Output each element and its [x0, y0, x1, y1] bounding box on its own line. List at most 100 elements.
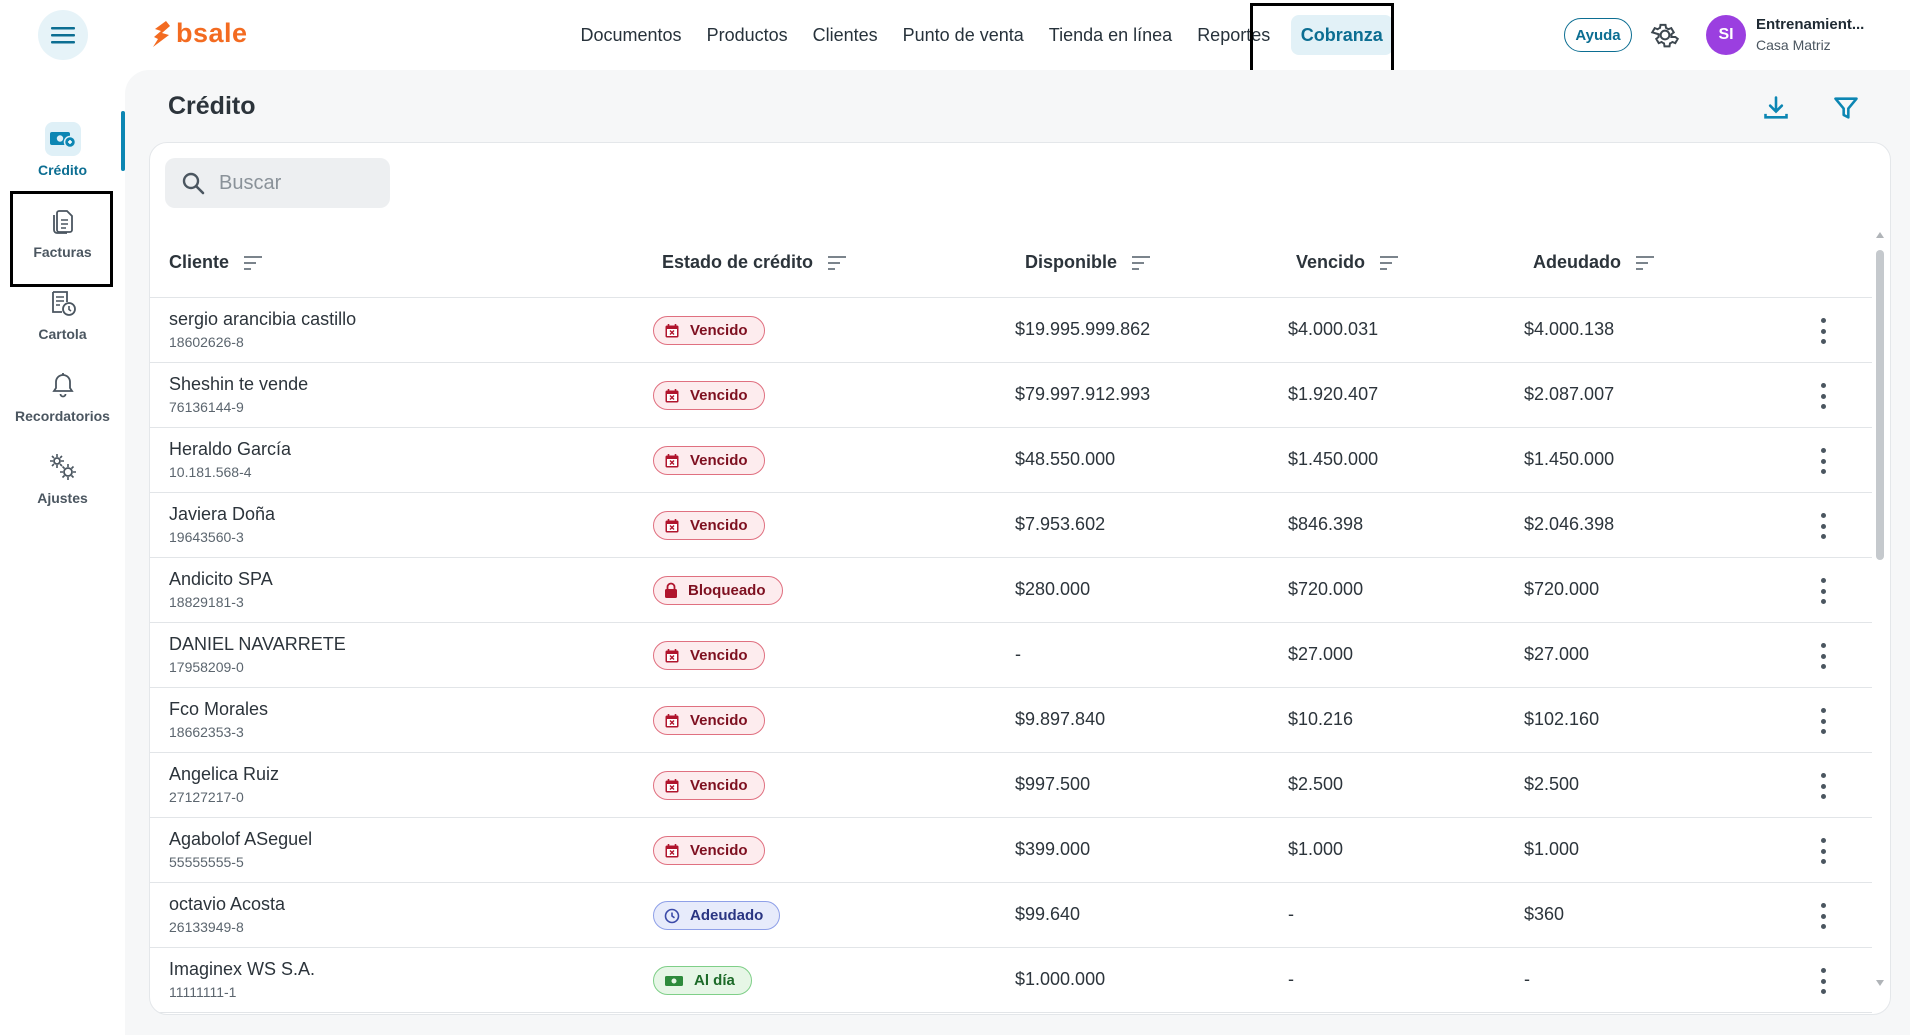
table-row[interactable]: Andicito SPA 18829181-3 Bloqueado $280.000 $…	[150, 558, 1872, 623]
table-row[interactable]: Heraldo García 10.181.568-4 Vencido $48.550…	[150, 428, 1872, 493]
overdue-amount: $846.398	[1288, 514, 1364, 534]
client-name[interactable]: octavio Acosta	[169, 894, 285, 915]
kebab-dot	[1820, 588, 1826, 594]
nav-reportes[interactable]: Reportes	[1185, 15, 1283, 55]
search-box[interactable]	[165, 158, 390, 208]
client-name[interactable]: Fco Morales	[169, 699, 268, 720]
client-rut: 11111111-1	[169, 984, 237, 1000]
owed-amount: $360	[1524, 904, 1565, 924]
user-name[interactable]: Entrenamient...	[1756, 16, 1896, 33]
sidebar-item-facturas[interactable]: Facturas	[0, 187, 125, 277]
scroll-thumb[interactable]	[1876, 250, 1884, 560]
row-more-options-button[interactable]	[1813, 578, 1833, 604]
sort-icon	[828, 255, 847, 270]
status-badge: Vencido	[653, 641, 765, 670]
row-more-options-button[interactable]	[1813, 383, 1833, 409]
table-row[interactable]: Sheshin te vende 76136144-9 Vencido $79.997…	[150, 363, 1872, 428]
filter-icon[interactable]	[1832, 94, 1860, 122]
column-header-vencido[interactable]: Vencido	[1296, 252, 1399, 273]
client-name[interactable]: Agabolof ASeguel	[169, 829, 312, 850]
scroll-up-arrow[interactable]	[1876, 232, 1884, 238]
sidebar-label-credito: Crédito	[38, 162, 87, 178]
search-icon	[182, 172, 205, 195]
sidebar-item-cartola[interactable]: Cartola	[0, 269, 125, 359]
table-row[interactable]: Javiera Doña 19643560-3 Vencido $7.953.602 $…	[150, 493, 1872, 558]
client-name[interactable]: sergio arancibia castillo	[169, 309, 356, 330]
row-more-options-button[interactable]	[1813, 773, 1833, 799]
search-input[interactable]	[219, 171, 379, 195]
clock-icon	[664, 908, 680, 923]
available-amount: $9.897.840	[1015, 709, 1106, 729]
sidebar-item-ajustes[interactable]: Ajustes	[0, 433, 125, 523]
row-more-options-button[interactable]	[1813, 968, 1833, 994]
nav-tienda-en-linea[interactable]: Tienda en línea	[1036, 15, 1184, 55]
status-badge: Vencido	[653, 706, 765, 735]
client-rut: 19643560-3	[169, 529, 244, 545]
available-amount: $399.000	[1015, 839, 1091, 859]
table-row[interactable]: Imaginex WS S.A. 11111111-1 Al día $1.000.0…	[150, 948, 1872, 1013]
table-row[interactable]: Fco Morales 18662353-3 Vencido $9.897.840 $1…	[150, 688, 1872, 753]
calendar-x-icon	[665, 778, 679, 792]
sidebar-item-recordatorios[interactable]: Recordatorios	[0, 351, 125, 441]
sidebar-icon-wrap	[45, 286, 81, 320]
scroll-down-arrow[interactable]	[1876, 980, 1884, 986]
client-name[interactable]: Angelica Ruiz	[169, 764, 279, 785]
available-amount: $48.550.000	[1015, 449, 1116, 469]
nav-cobranza[interactable]: Cobranza	[1290, 15, 1393, 55]
client-name[interactable]: Andicito SPA	[169, 569, 273, 590]
user-avatar[interactable]: SI	[1706, 15, 1746, 55]
kebab-dot	[1820, 578, 1826, 583]
kebab-dot	[1820, 458, 1826, 464]
kebab-dot	[1820, 404, 1826, 409]
table-row[interactable]: DANIEL NAVARRETE 17958209-0 Vencido - $27.00…	[150, 623, 1872, 688]
overdue-amount: $1.920.407	[1288, 384, 1379, 404]
bsale-logo[interactable]: bsale	[152, 18, 248, 49]
table-row[interactable]: Agabolof ASeguel 55555555-5 Vencido $399.00…	[150, 818, 1872, 883]
nav-productos[interactable]: Productos	[694, 15, 800, 55]
kebab-dot	[1820, 534, 1826, 539]
client-name[interactable]: DANIEL NAVARRETE	[169, 634, 346, 655]
hamburger-menu-button[interactable]	[38, 10, 88, 60]
side-nav: Crédito Facturas Cartola Recordatorios A…	[0, 70, 125, 1035]
column-header-cliente[interactable]: Cliente	[169, 252, 263, 273]
settings-gear-icon[interactable]	[1650, 20, 1680, 50]
row-more-options-button[interactable]	[1813, 708, 1833, 734]
nav-punto-de-venta[interactable]: Punto de venta	[890, 15, 1036, 55]
client-rut: 18602626-8	[169, 334, 244, 350]
money-icon	[665, 975, 683, 986]
nav-documentos[interactable]: Documentos	[568, 15, 694, 55]
owed-amount: $2.500	[1524, 774, 1580, 794]
download-icon[interactable]	[1762, 94, 1790, 122]
row-more-options-button[interactable]	[1813, 643, 1833, 669]
row-more-options-button[interactable]	[1813, 318, 1833, 344]
table-row[interactable]: sergio arancibia castillo 18602626-8 Venci…	[150, 298, 1872, 363]
column-header-disponible[interactable]: Disponible	[1025, 252, 1151, 273]
client-name[interactable]: Heraldo García	[169, 439, 291, 460]
help-button[interactable]: Ayuda	[1564, 18, 1632, 52]
kebab-dot	[1820, 913, 1826, 919]
table-scrollbar[interactable]	[1873, 228, 1887, 998]
column-label: Estado de crédito	[662, 252, 814, 272]
table-row[interactable]: Angelica Ruiz 27127217-0 Vencido $997.500 $2…	[150, 753, 1872, 818]
client-name[interactable]: Sheshin te vende	[169, 374, 308, 395]
calendar-x-icon	[665, 453, 679, 467]
nav-clientes[interactable]: Clientes	[800, 15, 890, 55]
row-more-options-button[interactable]	[1813, 838, 1833, 864]
client-name[interactable]: Imaginex WS S.A.	[169, 959, 315, 980]
row-more-options-button[interactable]	[1813, 513, 1833, 539]
table-row[interactable]: octavio Acosta 26133949-8 Adeudado $99.640 -…	[150, 883, 1872, 948]
kebab-dot	[1820, 729, 1826, 734]
row-more-options-button[interactable]	[1813, 448, 1833, 474]
sidebar-icon-wrap	[45, 450, 81, 484]
kebab-dot	[1820, 903, 1826, 908]
owed-amount: -	[1524, 969, 1530, 989]
sidebar-item-credito[interactable]: Crédito	[0, 105, 125, 195]
column-header-adeudado[interactable]: Adeudado	[1533, 252, 1655, 273]
column-header-estado[interactable]: Estado de crédito	[662, 252, 847, 273]
kebab-dot	[1820, 838, 1826, 843]
owed-amount: $1.450.000	[1524, 449, 1615, 469]
available-amount: $997.500	[1015, 774, 1091, 794]
client-name[interactable]: Javiera Doña	[169, 504, 275, 525]
kebab-dot	[1820, 513, 1826, 518]
row-more-options-button[interactable]	[1813, 903, 1833, 929]
